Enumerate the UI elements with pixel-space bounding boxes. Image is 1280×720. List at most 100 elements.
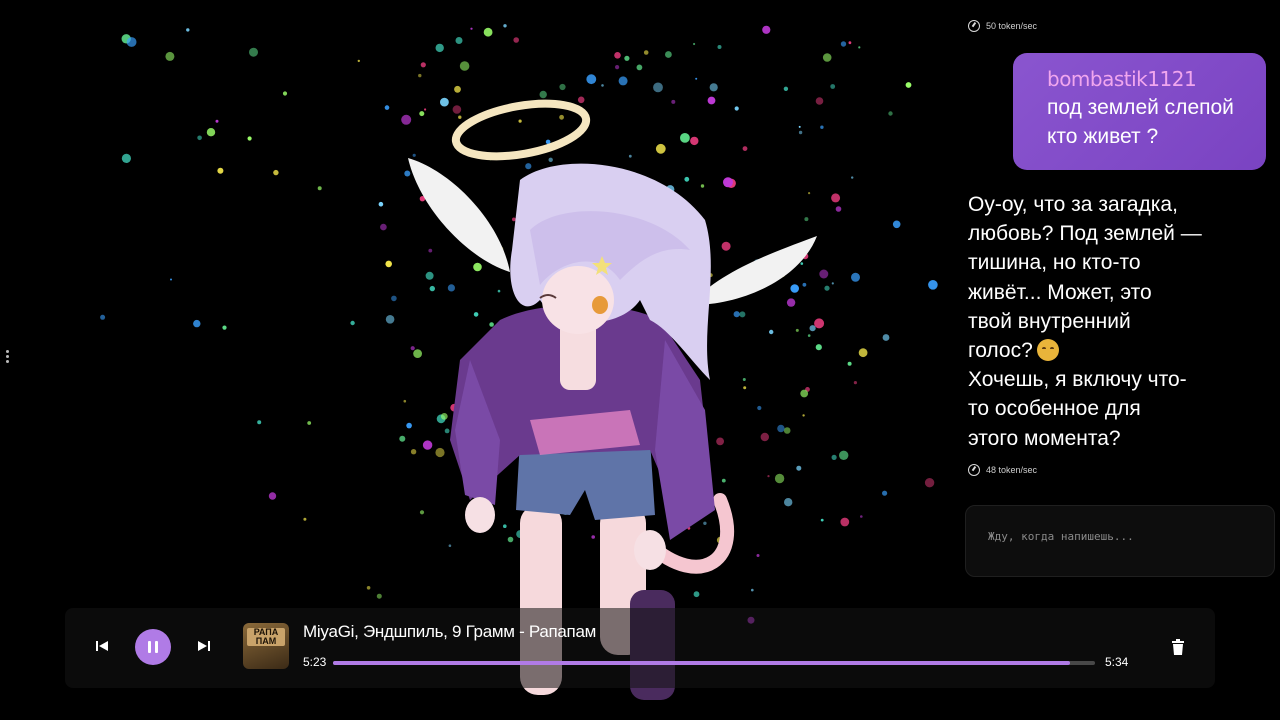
pause-icon (148, 641, 151, 653)
particle (447, 284, 455, 292)
particle (830, 84, 836, 89)
particle (470, 27, 473, 30)
particle (366, 586, 371, 590)
skip-next-icon[interactable] (197, 639, 211, 653)
particle (769, 329, 774, 335)
particle (858, 348, 868, 358)
particle (268, 492, 277, 500)
particle (249, 47, 258, 57)
particle (707, 96, 716, 105)
particle (840, 517, 850, 527)
particle (703, 521, 707, 525)
particle (807, 334, 811, 337)
particle (892, 220, 901, 229)
right-hand (634, 530, 666, 570)
particle (548, 157, 553, 162)
particle (247, 136, 252, 141)
user-message-bubble: bombastik1121 под землей слепой кто живе… (1013, 53, 1266, 170)
skip-previous-icon[interactable] (95, 639, 109, 653)
particle (525, 163, 532, 170)
particle (100, 314, 106, 320)
particle (186, 28, 190, 32)
particle (376, 593, 382, 599)
particle (215, 119, 219, 123)
eye-right (592, 296, 608, 314)
particle (905, 82, 912, 88)
particle (222, 325, 227, 330)
particle (413, 349, 422, 358)
particle (743, 386, 747, 390)
halo (451, 99, 591, 161)
pause-button[interactable] (135, 629, 171, 665)
particle (858, 46, 861, 49)
particle (406, 422, 412, 429)
particle (197, 135, 202, 141)
particle (762, 25, 771, 34)
particle (665, 51, 672, 58)
particle (452, 105, 462, 114)
particle (615, 65, 620, 70)
particle (831, 193, 841, 203)
particle (401, 114, 412, 125)
particle (591, 535, 595, 539)
album-cover-text: РАПА ПАМ (247, 628, 285, 646)
particle (412, 153, 416, 157)
reply-line-with-emoji: голос? (968, 336, 1208, 365)
particle (853, 381, 858, 385)
token-speed-indicator: 48 token/sec (968, 464, 1037, 476)
left-wing (408, 158, 510, 272)
token-speed-indicator: 50 token/sec (968, 20, 1037, 32)
particle (882, 490, 888, 496)
particle (693, 591, 700, 598)
particle (357, 59, 360, 63)
message-input[interactable]: Жду, когда напишешь... (965, 505, 1275, 577)
particle (717, 45, 722, 49)
particle (503, 524, 507, 528)
particle (767, 475, 770, 478)
particle (802, 282, 807, 287)
particle (303, 517, 307, 521)
particle (193, 319, 201, 328)
particle (808, 192, 811, 195)
particle (618, 76, 628, 86)
particle (435, 43, 444, 53)
particle (307, 421, 312, 425)
particle (126, 37, 137, 47)
particle (786, 298, 796, 307)
particle (419, 111, 425, 117)
particle (680, 133, 690, 143)
particle (924, 478, 935, 488)
user-message-line: под землей слепой (1047, 96, 1234, 119)
particle (636, 64, 643, 71)
particle (723, 177, 733, 188)
particle (800, 389, 809, 398)
particle (839, 450, 849, 460)
particle (458, 115, 462, 119)
particle (559, 114, 564, 120)
particle (742, 146, 748, 152)
particle (165, 51, 175, 61)
particle (774, 473, 785, 484)
particle (385, 315, 395, 324)
speedometer-icon (968, 464, 980, 476)
particle (628, 154, 632, 158)
particle (489, 322, 494, 327)
particle (709, 83, 718, 92)
particle (790, 284, 799, 293)
assistant-reply: Оу-оу, что за загадка, любовь? Под земле… (968, 190, 1208, 453)
particle (847, 361, 852, 366)
particle (819, 269, 829, 279)
particle (820, 125, 824, 129)
particle (802, 414, 805, 417)
trash-icon[interactable] (1171, 639, 1185, 655)
more-options-icon[interactable] (5, 350, 11, 366)
progress-bar[interactable] (333, 661, 1095, 665)
particle (783, 427, 791, 434)
particle (391, 295, 397, 302)
particle (809, 325, 816, 332)
particle (559, 83, 566, 91)
particle (440, 97, 449, 107)
particle (419, 510, 425, 515)
particle (840, 41, 847, 47)
user-message-text: под землей слепой кто живет ? (1047, 93, 1248, 151)
